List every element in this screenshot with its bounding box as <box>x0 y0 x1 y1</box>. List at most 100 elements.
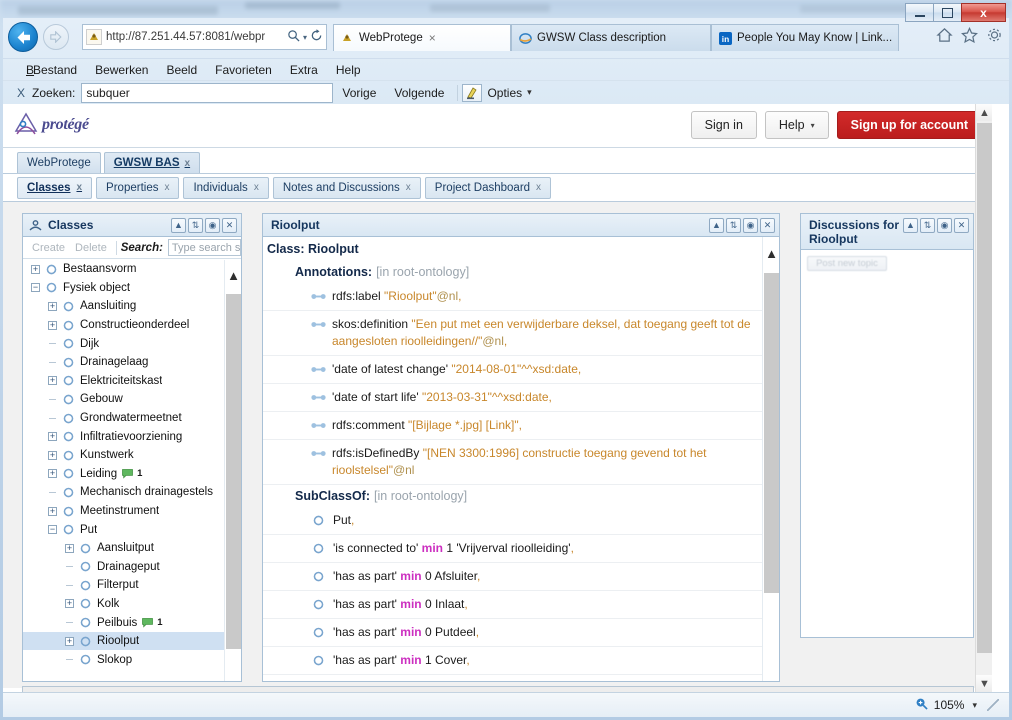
annotation-row[interactable]: 'date of start life' "2013-03-31"^^xsd:d… <box>263 384 762 412</box>
subclassof-row[interactable]: Put, <box>263 507 762 535</box>
find-previous-button[interactable]: Vorige <box>333 86 385 100</box>
expand-node-icon[interactable]: + <box>46 374 59 387</box>
tree-node[interactable]: Dijk <box>23 334 226 353</box>
refresh-icon[interactable] <box>310 29 323 45</box>
settings-icon[interactable]: ◉ <box>937 218 952 233</box>
highlight-marker-icon[interactable] <box>462 83 483 102</box>
tab-classes[interactable]: Classes x <box>17 176 93 199</box>
menu-item-help[interactable]: Help <box>327 61 370 79</box>
tree-node[interactable]: Slokop <box>23 650 226 669</box>
tree-node[interactable]: Drainagelaag <box>23 353 226 372</box>
settings-icon[interactable]: ◉ <box>205 217 220 233</box>
annotation-row[interactable]: rdfs:label "Rioolput"@nl, <box>263 283 762 311</box>
search-icon[interactable] <box>287 29 300 45</box>
favorites-star-icon[interactable] <box>961 26 978 46</box>
scroll-up-icon[interactable]: ▲ <box>225 260 241 291</box>
close-tab-icon[interactable]: x <box>254 182 259 193</box>
tree-node[interactable]: + Elektriciteitskast <box>23 372 226 391</box>
annotation-row[interactable]: 'date of latest change' "2014-08-01"^^xs… <box>263 356 762 384</box>
close-window-button[interactable]: x <box>961 3 1006 22</box>
back-button[interactable] <box>8 22 38 52</box>
note-icon[interactable] <box>122 468 133 479</box>
browser-tab-webprotege[interactable]: WebProtege × <box>333 24 511 51</box>
chevron-down-icon[interactable]: ▾ <box>527 87 532 98</box>
home-icon[interactable] <box>936 27 953 46</box>
resize-grip[interactable] <box>987 699 999 711</box>
refresh-icon[interactable]: ⇅ <box>726 217 741 233</box>
tree-node[interactable]: + Aansluiting <box>23 297 226 316</box>
tree-node[interactable]: + Leiding 1 <box>23 465 226 484</box>
collapse-node-icon[interactable]: − <box>29 281 42 294</box>
expand-node-icon[interactable]: + <box>29 263 42 276</box>
delete-class-button[interactable]: Delete <box>70 242 112 254</box>
close-tab-icon[interactable]: x <box>76 182 82 193</box>
expand-node-icon[interactable]: + <box>46 430 59 443</box>
project-tab-gwsw-bas[interactable]: GWSW BAS x <box>103 152 201 173</box>
close-icon[interactable]: ✕ <box>760 217 775 233</box>
close-findbar-icon[interactable]: X <box>17 86 25 100</box>
create-class-button[interactable]: Create <box>27 242 70 254</box>
tree-node[interactable]: Filterput <box>23 576 226 595</box>
tree-node[interactable]: Gebouw <box>23 390 226 409</box>
annotation-row[interactable]: rdfs:isDefinedBy "[NEN 3300:1996] constr… <box>263 440 762 485</box>
tree-node[interactable]: + Rioolput <box>23 631 226 651</box>
tree-node[interactable]: Mechanisch drainagestels <box>23 483 226 502</box>
close-tab-icon[interactable]: x <box>406 182 411 193</box>
close-icon[interactable]: ✕ <box>222 217 237 233</box>
menu-item-bestand[interactable]: BBestand <box>17 61 86 79</box>
browser-tab-linkedin[interactable]: in People You May Know | Link... <box>711 24 899 51</box>
subclassof-row[interactable]: 'has as part (inverse)' exactly 1 'Vrijv… <box>263 675 762 681</box>
scroll-up-icon[interactable]: ▲ <box>976 104 992 121</box>
scroll-up-icon[interactable]: ▲ <box>763 237 779 270</box>
tree-node[interactable]: + Constructieonderdeel <box>23 316 226 335</box>
annotation-row[interactable]: skos:definition "Een put met een verwijd… <box>263 311 762 356</box>
tree-node[interactable]: + Kolk <box>23 595 226 614</box>
expand-node-icon[interactable]: + <box>46 449 59 462</box>
help-button[interactable]: Help ▾ <box>764 111 829 139</box>
collapse-icon[interactable]: ▲ <box>171 217 186 233</box>
menu-item-favorieten[interactable]: Favorieten <box>206 61 281 79</box>
page-scrollbar[interactable]: ▲ ▼ <box>975 104 992 692</box>
subclassof-row[interactable]: 'has as part' min 0 Inlaat, <box>263 591 762 619</box>
post-new-topic-button[interactable]: Post new topic <box>807 256 887 271</box>
tree-node[interactable]: + Bestaansvorm <box>23 260 226 279</box>
close-tab-icon[interactable]: x <box>164 182 169 193</box>
collapse-icon[interactable]: ▲ <box>903 218 918 233</box>
menu-item-beeld[interactable]: Beeld <box>157 61 206 79</box>
expand-node-icon[interactable]: + <box>63 597 76 610</box>
scrollbar-thumb[interactable] <box>977 123 992 653</box>
find-next-button[interactable]: Volgende <box>385 86 453 100</box>
menu-item-extra[interactable]: Extra <box>281 61 327 79</box>
collapse-icon[interactable]: ▲ <box>709 217 724 233</box>
tree-node[interactable]: + Kunstwerk <box>23 446 226 465</box>
close-icon[interactable]: ✕ <box>954 218 969 233</box>
collapse-node-icon[interactable]: − <box>46 523 59 536</box>
tree-node[interactable]: − Put <box>23 520 226 539</box>
subclassof-row[interactable]: 'has as part' min 0 Putdeel, <box>263 619 762 647</box>
maximize-button[interactable] <box>933 3 962 22</box>
tree-node[interactable]: Drainageput <box>23 558 226 577</box>
expand-node-icon[interactable]: + <box>46 505 59 518</box>
browser-tab-gwsw[interactable]: GWSW Class description <box>511 24 711 51</box>
tab-individuals[interactable]: Individuals x <box>183 176 269 199</box>
tree-node[interactable]: + Meetinstrument <box>23 502 226 521</box>
subclassof-row[interactable]: 'is connected to' min 1 'Vrijverval rioo… <box>263 535 762 563</box>
refresh-icon[interactable]: ⇅ <box>188 217 203 233</box>
project-tab-webprotege[interactable]: WebProtege <box>17 152 101 173</box>
search-input[interactable]: Type search st <box>167 239 241 256</box>
expand-node-icon[interactable]: + <box>63 635 76 648</box>
expand-node-icon[interactable]: + <box>63 542 76 555</box>
sign-up-button[interactable]: Sign up for account <box>836 111 982 139</box>
tree-node[interactable]: + Infiltratievoorziening <box>23 427 226 446</box>
entity-panel-scrollbar[interactable]: ▲ <box>762 237 779 681</box>
address-bar[interactable]: http://87.251.44.57:8081/webpr ▾ <box>82 24 327 50</box>
expand-node-icon[interactable]: + <box>46 467 59 480</box>
scrollbar-thumb[interactable] <box>226 294 241 649</box>
scrollbar-thumb[interactable] <box>764 273 779 593</box>
forward-button[interactable] <box>43 24 69 50</box>
tree-node[interactable]: + Aansluitput <box>23 539 226 558</box>
settings-icon[interactable]: ◉ <box>743 217 758 233</box>
gear-icon[interactable] <box>986 27 1003 46</box>
find-options-button[interactable]: Opties <box>487 86 522 100</box>
menu-item-bewerken[interactable]: Bewerken <box>86 61 157 79</box>
